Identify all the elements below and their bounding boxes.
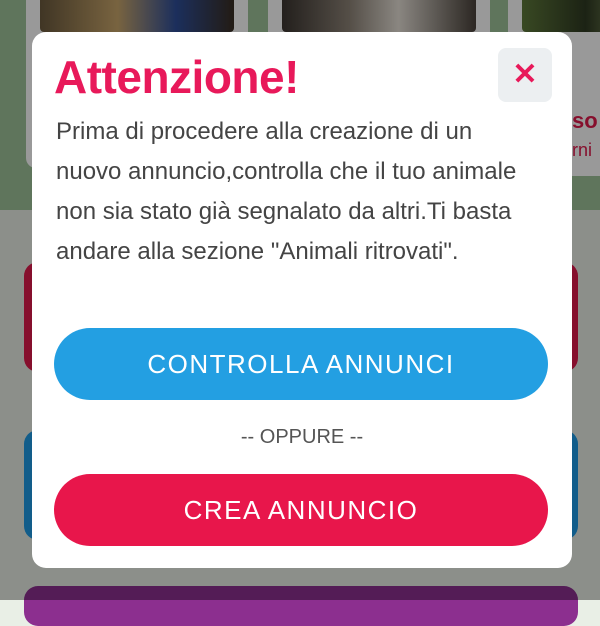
close-button[interactable]: ✕ xyxy=(498,48,552,102)
check-listings-button[interactable]: CONTROLLA ANNUNCI xyxy=(54,328,548,400)
dialog-title: Attenzione! xyxy=(54,51,299,103)
create-listing-button[interactable]: CREA ANNUNCIO xyxy=(54,474,548,546)
close-icon: ✕ xyxy=(512,58,538,91)
attention-dialog: Attenzione! ✕ Prima di procedere alla cr… xyxy=(32,32,572,568)
or-divider: -- OPPURE -- xyxy=(240,426,364,448)
dialog-message: Prima di procedere alla creazione di un … xyxy=(56,118,517,265)
